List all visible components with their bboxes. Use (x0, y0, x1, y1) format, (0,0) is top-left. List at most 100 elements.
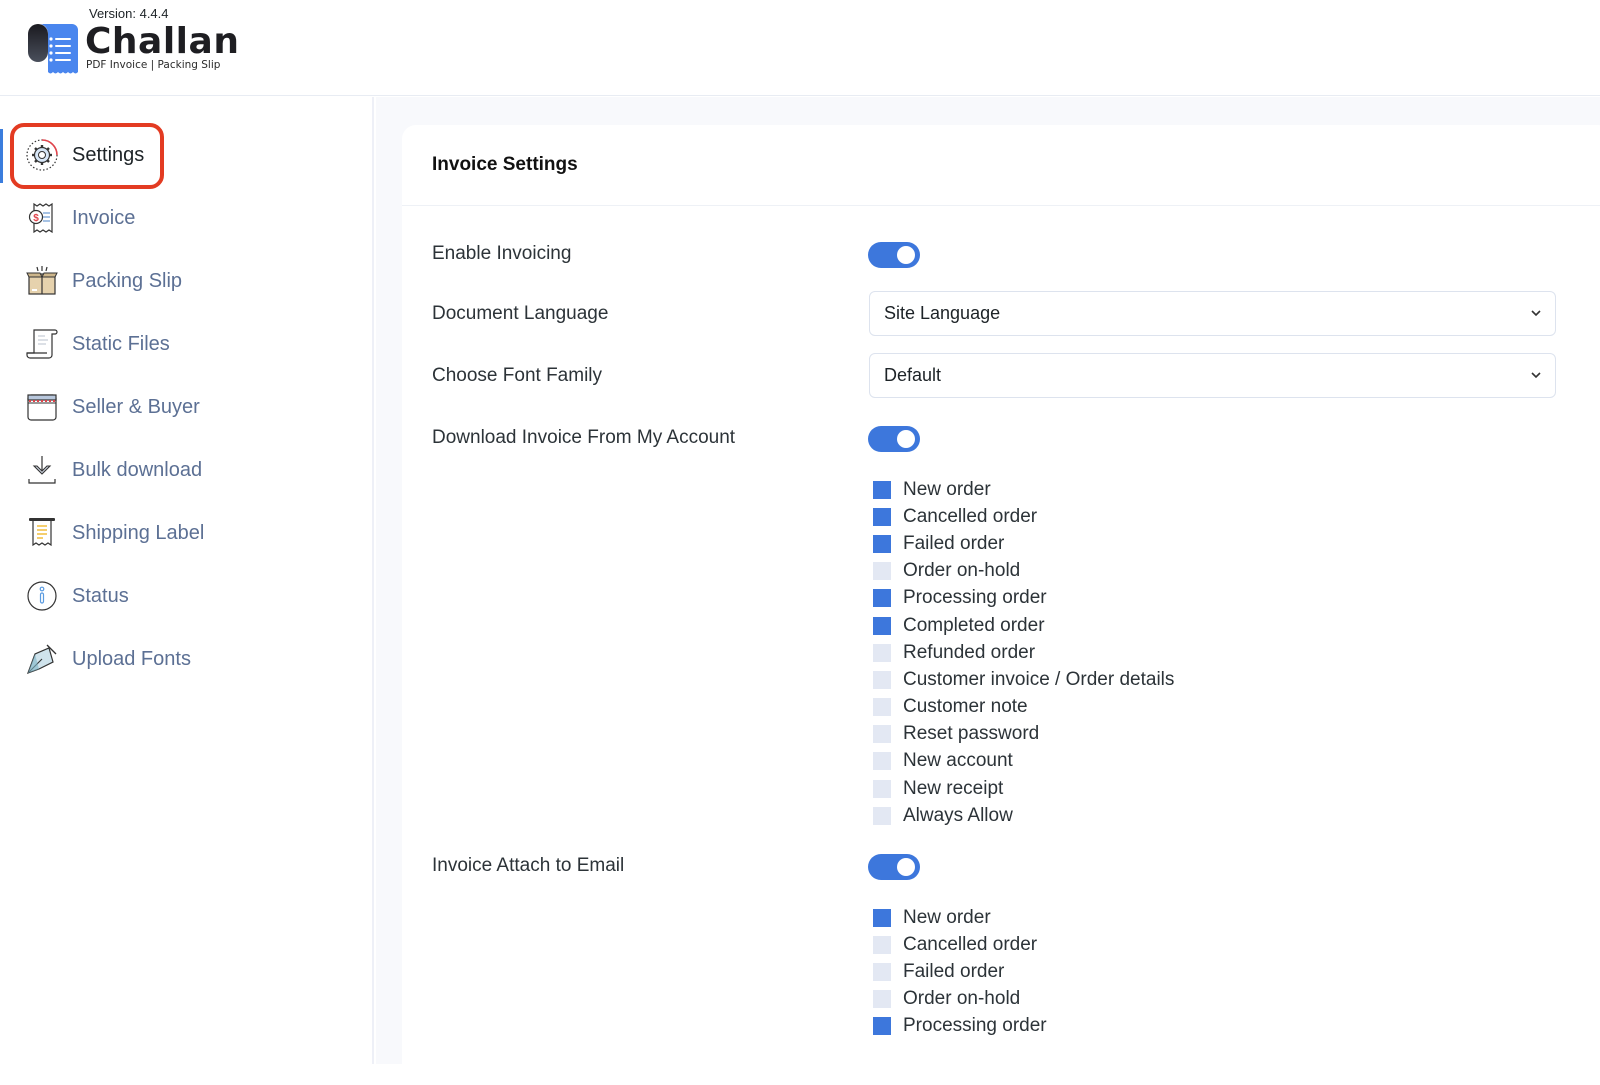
sidebar-item-upload-fonts[interactable]: Upload Fonts (24, 639, 191, 679)
checkbox-failed-order[interactable]: Failed order (873, 530, 1174, 557)
sidebar-item-settings[interactable]: Settings (24, 135, 144, 175)
checkbox[interactable] (873, 507, 891, 526)
active-nav-indicator (0, 129, 3, 183)
chevron-down-icon (1531, 310, 1541, 317)
storefront-icon (24, 389, 60, 425)
card-title: Invoice Settings (432, 154, 578, 175)
sidebar-item-label: Status (72, 584, 129, 607)
download-tray-icon (24, 452, 60, 488)
document-language-label: Document Language (432, 303, 609, 324)
sidebar-item-invoice[interactable]: $ Invoice (24, 198, 135, 238)
sidebar-item-bulk-download[interactable]: Bulk download (24, 450, 202, 490)
checkbox-order-on-hold[interactable]: Order on-hold (873, 986, 1047, 1013)
shipping-label-icon (24, 515, 60, 551)
scroll-document-icon (24, 326, 60, 362)
checkbox[interactable] (873, 480, 891, 499)
checkbox[interactable] (873, 752, 891, 771)
checkbox-customer-invoice[interactable]: Customer invoice / Order details (873, 666, 1174, 693)
version-label: Version: 4.4.4 (89, 6, 169, 21)
chevron-down-icon (1531, 372, 1541, 379)
checkbox-label: Order on-hold (903, 560, 1021, 582)
checkbox[interactable] (873, 935, 891, 954)
logo-title: Challan (85, 21, 240, 62)
sidebar-item-label: Invoice (72, 206, 136, 229)
enable-invoicing-label: Enable Invoicing (432, 243, 572, 264)
checkbox[interactable] (873, 725, 891, 744)
checkbox-label: Refunded order (903, 641, 1036, 663)
enable-invoicing-toggle[interactable] (868, 242, 920, 268)
card-header: Invoice Settings (402, 125, 1600, 206)
open-box-icon (24, 263, 60, 299)
checkbox[interactable] (873, 670, 891, 689)
checkbox-label: Processing order (903, 587, 1047, 609)
font-family-label: Choose Font Family (432, 365, 603, 386)
checkbox-label: Customer invoice / Order details (903, 668, 1175, 690)
checkbox-cancelled-order[interactable]: Cancelled order (873, 503, 1174, 530)
checkbox[interactable] (873, 990, 891, 1009)
checkbox-cancelled-order[interactable]: Cancelled order (873, 931, 1047, 958)
invoice-settings-card: Invoice Settings Enable Invoicing Docume… (402, 125, 1600, 1085)
sidebar-item-shipping-label[interactable]: Shipping Label (24, 513, 204, 553)
sidebar-item-label: Packing Slip (72, 269, 183, 292)
gear-icon (24, 137, 60, 173)
checkbox[interactable] (873, 779, 891, 798)
checkbox[interactable] (873, 616, 891, 635)
sidebar-item-status[interactable]: Status (24, 576, 129, 616)
checkbox[interactable] (873, 1017, 891, 1036)
checkbox-customer-note[interactable]: Customer note (873, 694, 1174, 721)
checkbox-new-order[interactable]: New order (873, 476, 1174, 503)
checkbox[interactable] (873, 562, 891, 581)
font-family-select[interactable]: Default (869, 353, 1556, 398)
checkbox-label: Failed order (903, 960, 1005, 982)
main-content: Invoice Settings Enable Invoicing Docume… (376, 97, 1600, 1085)
checkbox-label: Cancelled order (903, 933, 1038, 955)
sidebar-item-label: Bulk download (72, 458, 203, 481)
sidebar-item-seller-buyer[interactable]: Seller & Buyer (24, 387, 200, 427)
checkbox[interactable] (873, 962, 891, 981)
checkbox[interactable] (873, 908, 891, 927)
document-language-value: Site Language (884, 303, 1001, 323)
checkbox-label: Order on-hold (903, 988, 1021, 1010)
checkbox-failed-order[interactable]: Failed order (873, 958, 1047, 985)
checkbox[interactable] (873, 589, 891, 608)
attach-to-email-toggle[interactable] (868, 854, 920, 880)
sidebar-item-label: Seller & Buyer (72, 395, 200, 418)
sidebar-item-static-files[interactable]: Static Files (24, 324, 170, 364)
checkbox[interactable] (873, 643, 891, 662)
checkbox[interactable] (873, 698, 891, 717)
checkbox-label: Completed order (903, 614, 1045, 636)
checkbox-refunded-order[interactable]: Refunded order (873, 639, 1174, 666)
checkbox[interactable] (873, 534, 891, 553)
checkbox-processing-order[interactable]: Processing order (873, 1013, 1047, 1040)
checkbox-reset-password[interactable]: Reset password (873, 721, 1174, 748)
checkbox-label: Customer note (903, 696, 1028, 718)
document-language-select[interactable]: Site Language (869, 291, 1556, 336)
checkbox-always-allow[interactable]: Always Allow (873, 802, 1174, 829)
checkbox-label: New receipt (903, 777, 1004, 799)
download-from-account-options: New order Cancelled order Failed order O… (873, 476, 1174, 829)
checkbox-label: New order (903, 478, 991, 500)
checkbox-label: Always Allow (903, 804, 1013, 826)
attach-to-email-label: Invoice Attach to Email (432, 855, 625, 876)
download-from-account-toggle[interactable] (868, 426, 920, 452)
checkbox-label: Cancelled order (903, 505, 1038, 527)
checkbox-new-receipt[interactable]: New receipt (873, 775, 1174, 802)
info-circle-icon (24, 578, 60, 614)
checkbox-label: Processing order (903, 1015, 1047, 1037)
checkbox-label: New account (903, 750, 1013, 772)
checkbox-processing-order[interactable]: Processing order (873, 585, 1174, 612)
checkbox-new-account[interactable]: New account (873, 748, 1174, 775)
checkbox-completed-order[interactable]: Completed order (873, 612, 1174, 639)
sidebar-item-label: Upload Fonts (72, 647, 191, 670)
sidebar-item-label: Shipping Label (72, 521, 205, 544)
sidebar-item-packing-slip[interactable]: Packing Slip (24, 261, 182, 301)
checkbox-order-on-hold[interactable]: Order on-hold (873, 558, 1174, 585)
logo-subtitle: PDF Invoice | Packing Slip (86, 59, 221, 71)
invoice-receipt-icon: $ (24, 200, 60, 236)
pen-nib-icon (24, 641, 60, 677)
checkbox-label: Failed order (903, 532, 1005, 554)
checkbox-new-order[interactable]: New order (873, 904, 1047, 931)
sidebar-item-label: Settings (72, 143, 145, 166)
sidebar-item-label: Static Files (72, 332, 170, 355)
checkbox[interactable] (873, 806, 891, 825)
